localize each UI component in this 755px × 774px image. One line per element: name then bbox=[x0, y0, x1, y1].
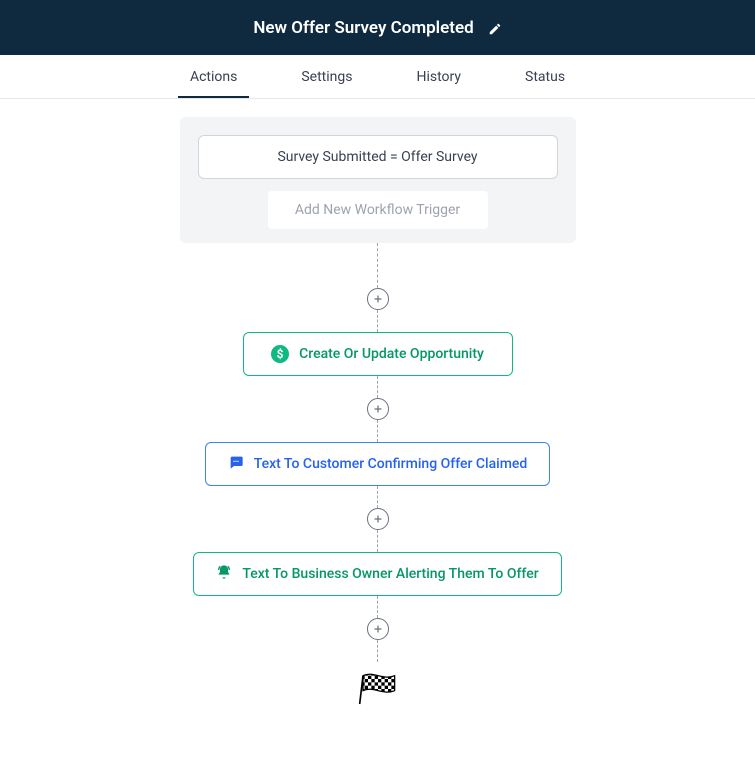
connector-line bbox=[377, 486, 378, 508]
tab-history[interactable]: History bbox=[414, 57, 463, 97]
tab-status[interactable]: Status bbox=[523, 57, 567, 97]
tab-actions[interactable]: Actions bbox=[188, 57, 239, 97]
action-label: Text To Customer Confirming Offer Claime… bbox=[254, 456, 528, 472]
connector bbox=[367, 243, 389, 332]
action-card[interactable]: Text To Customer Confirming Offer Claime… bbox=[205, 442, 551, 486]
add-trigger-button[interactable]: Add New Workflow Trigger bbox=[268, 191, 488, 229]
connector-line bbox=[377, 596, 378, 618]
edit-title-icon[interactable] bbox=[488, 21, 502, 35]
action-card[interactable]: Text To Business Owner Alerting Them To … bbox=[193, 552, 561, 596]
add-step-icon[interactable] bbox=[367, 398, 389, 420]
action-label: Text To Business Owner Alerting Them To … bbox=[242, 566, 538, 582]
add-step-icon[interactable] bbox=[367, 508, 389, 530]
connector bbox=[367, 376, 389, 442]
connector-line bbox=[377, 530, 378, 552]
connector-line bbox=[377, 376, 378, 398]
trigger-box: Survey Submitted = Offer Survey Add New … bbox=[180, 117, 576, 243]
bell-icon bbox=[216, 564, 232, 584]
connector bbox=[367, 486, 389, 552]
add-step-icon[interactable] bbox=[367, 288, 389, 310]
workflow-canvas: Survey Submitted = Offer Survey Add New … bbox=[0, 99, 755, 710]
finish-flag-icon bbox=[358, 672, 398, 710]
action-label: Create Or Update Opportunity bbox=[299, 346, 484, 362]
action-card[interactable]: $ Create Or Update Opportunity bbox=[243, 332, 513, 376]
tabs-bar: Actions Settings History Status bbox=[0, 55, 755, 99]
trigger-chip[interactable]: Survey Submitted = Offer Survey bbox=[198, 135, 558, 179]
connector-line bbox=[377, 640, 378, 662]
page-header: New Offer Survey Completed bbox=[0, 0, 755, 55]
chat-icon bbox=[228, 454, 244, 474]
dollar-icon: $ bbox=[271, 345, 289, 363]
connector bbox=[367, 596, 389, 662]
connector-line bbox=[377, 420, 378, 442]
add-step-icon[interactable] bbox=[367, 618, 389, 640]
connector-line bbox=[377, 310, 378, 332]
workflow-title: New Offer Survey Completed bbox=[253, 18, 473, 38]
tab-settings[interactable]: Settings bbox=[299, 57, 354, 97]
connector-line bbox=[377, 243, 378, 288]
